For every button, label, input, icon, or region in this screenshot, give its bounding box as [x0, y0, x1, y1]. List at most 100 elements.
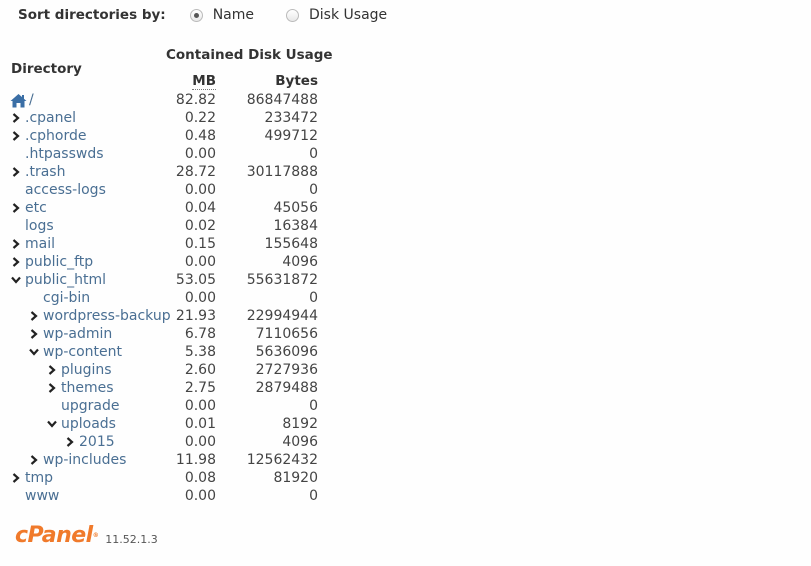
- directory-cell: public_html: [10, 271, 106, 289]
- chevron-right-icon[interactable]: [46, 361, 58, 379]
- sort-by-name-label: Name: [212, 7, 254, 23]
- directory-cell: themes: [46, 379, 114, 397]
- chevron-right-icon[interactable]: [10, 199, 22, 217]
- contained-disk-usage-header: Contained Disk Usage: [166, 47, 333, 63]
- bytes-column-header: Bytes: [275, 73, 318, 89]
- table-row: 2015 0.00 4096: [0, 433, 330, 451]
- directory-cell: tmp: [10, 469, 53, 487]
- table-row: wp-content 5.38 5636096: [0, 343, 330, 361]
- bytes-value: 4096: [282, 254, 318, 270]
- chevron-right-icon[interactable]: [28, 325, 40, 343]
- mb-value: 0.00: [184, 434, 216, 450]
- chevron-down-icon[interactable]: [28, 343, 40, 361]
- table-row: plugins 2.60 2727936: [0, 361, 330, 379]
- version-number: 11.52.1.3: [105, 533, 158, 546]
- directory-cell: public_ftp: [10, 253, 93, 271]
- bytes-value: 233472: [264, 110, 318, 126]
- directory-link[interactable]: logs: [25, 217, 54, 235]
- directory-cell: /: [10, 91, 34, 109]
- chevron-right-icon[interactable]: [28, 451, 40, 469]
- sort-by-name-radio[interactable]: Name: [189, 7, 254, 23]
- table-row: .trash 28.72 30117888: [0, 163, 330, 181]
- chevron-right-icon[interactable]: [46, 379, 58, 397]
- directory-cell: plugins: [46, 361, 112, 379]
- directory-link[interactable]: uploads: [61, 415, 116, 433]
- chevron-down-icon[interactable]: [10, 271, 22, 289]
- directory-link[interactable]: mail: [25, 235, 55, 253]
- directory-link[interactable]: tmp: [25, 469, 53, 487]
- directory-link[interactable]: public_ftp: [25, 253, 93, 271]
- radio-unchecked-icon[interactable]: [286, 8, 299, 22]
- chevron-right-icon[interactable]: [10, 469, 22, 487]
- directory-cell: etc: [10, 199, 47, 217]
- directory-link[interactable]: 2015: [79, 433, 115, 451]
- table-row: wp-admin 6.78 7110656: [0, 325, 330, 343]
- directory-link[interactable]: etc: [25, 199, 47, 217]
- home-icon[interactable]: [10, 91, 27, 109]
- directory-cell: wordpress-backup: [28, 307, 171, 325]
- bytes-value: 0: [309, 146, 318, 162]
- chevron-right-icon[interactable]: [10, 127, 22, 145]
- directory-link[interactable]: upgrade: [61, 397, 119, 415]
- table-row: cgi-bin 0.00 0: [0, 289, 330, 307]
- mb-column-header: MB: [160, 73, 216, 90]
- chevron-right-icon[interactable]: [10, 109, 22, 127]
- bytes-value: 16384: [273, 218, 318, 234]
- mb-value: 0.48: [184, 128, 216, 144]
- directory-link[interactable]: wp-includes: [43, 451, 126, 469]
- mb-value: 6.78: [184, 326, 216, 342]
- table-row: etc 0.04 45056: [0, 199, 330, 217]
- chevron-right-icon[interactable]: [10, 235, 22, 253]
- chevron-right-icon[interactable]: [28, 307, 40, 325]
- chevron-right-icon[interactable]: [10, 163, 22, 181]
- directory-cell: www: [10, 487, 59, 505]
- directory-cell: .cphorde: [10, 127, 86, 145]
- bytes-value: 2879488: [255, 380, 318, 396]
- directory-link[interactable]: plugins: [61, 361, 112, 379]
- mb-value: 0.02: [184, 218, 216, 234]
- directory-link[interactable]: wordpress-backup: [43, 307, 171, 325]
- mb-value: 0.00: [184, 254, 216, 270]
- directory-link[interactable]: .htpasswds: [25, 145, 104, 163]
- directory-link[interactable]: access-logs: [25, 181, 106, 199]
- directory-link[interactable]: www: [25, 487, 59, 505]
- directory-link[interactable]: themes: [61, 379, 114, 397]
- radio-checked-icon[interactable]: [189, 8, 203, 22]
- table-row: .htpasswds 0.00 0: [0, 145, 330, 163]
- directory-link[interactable]: .trash: [25, 163, 65, 181]
- directory-link[interactable]: /: [29, 91, 34, 109]
- registered-mark: ®: [92, 532, 99, 539]
- directory-link[interactable]: public_html: [25, 271, 106, 289]
- directory-cell: mail: [10, 235, 55, 253]
- bytes-value: 86847488: [246, 92, 318, 108]
- sort-by-disk-usage-radio[interactable]: Disk Usage: [286, 7, 387, 23]
- directory-link[interactable]: wp-content: [43, 343, 122, 361]
- table-row: wp-includes 11.98 12562432: [0, 451, 330, 469]
- mb-value: 0.00: [184, 398, 216, 414]
- mb-value: 0.04: [184, 200, 216, 216]
- chevron-right-icon[interactable]: [64, 433, 76, 451]
- directory-link[interactable]: wp-admin: [43, 325, 112, 343]
- directory-cell: cgi-bin: [28, 289, 90, 307]
- chevron-down-icon[interactable]: [46, 415, 58, 433]
- bytes-value: 0: [309, 182, 318, 198]
- directory-table: / 82.82 86847488 .cpanel 0.22 233472 .cphorde 0…: [0, 91, 330, 505]
- sort-by-disk-usage-label: Disk Usage: [309, 7, 388, 23]
- bytes-value: 155648: [264, 236, 318, 252]
- bytes-value: 5636096: [255, 344, 318, 360]
- table-row: uploads 0.01 8192: [0, 415, 330, 433]
- directory-cell: wp-admin: [28, 325, 112, 343]
- chevron-right-icon[interactable]: [10, 253, 22, 271]
- directory-link[interactable]: .cpanel: [25, 109, 76, 127]
- mb-value: 0.08: [184, 470, 216, 486]
- directory-cell: uploads: [46, 415, 116, 433]
- bytes-value: 45056: [273, 200, 318, 216]
- bytes-value: 55631872: [246, 272, 318, 288]
- mb-value: 28.72: [175, 164, 216, 180]
- mb-value: 11.98: [175, 452, 216, 468]
- directory-link[interactable]: .cphorde: [25, 127, 86, 145]
- directory-link[interactable]: cgi-bin: [43, 289, 90, 307]
- table-row: mail 0.15 155648: [0, 235, 330, 253]
- directory-cell: access-logs: [10, 181, 106, 199]
- table-row: access-logs 0.00 0: [0, 181, 330, 199]
